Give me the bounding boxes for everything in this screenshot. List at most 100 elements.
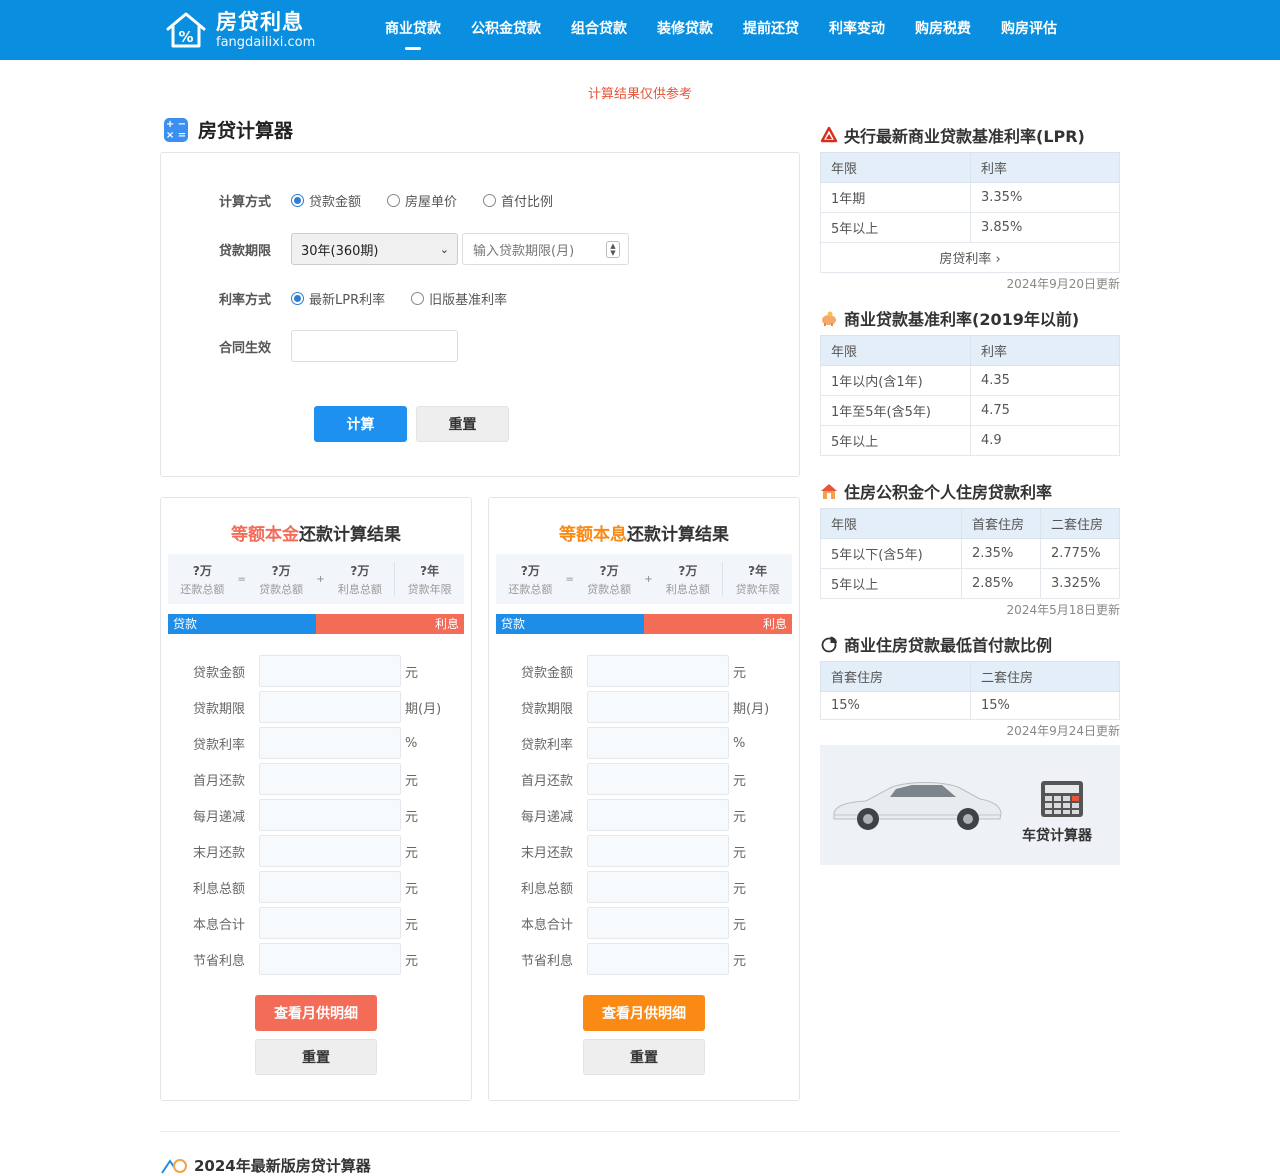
view-monthly-detail-button[interactable]: 查看月供明细 [583,995,705,1031]
result-summary: ?万 还款总额 = ?万 贷款总额 + ?万 利息总额 ?年 贷款年限 [168,554,464,604]
method-radio-down-payment[interactable]: 首付比例 [483,191,553,210]
spinner-icon[interactable]: ▲ ▼ [606,241,620,258]
result-value-field [259,943,401,975]
site-logo[interactable]: % 房贷利息 fangdailixi.com [164,9,315,51]
nav-house-assessment[interactable]: 购房评估 [986,0,1072,60]
base-rate-table: 年限 利率 1年以内(含1年) 4.35 1年至5年(含5年) 4.75 5年以上 4.… [820,335,1120,456]
loan-interest-bar: 贷款 利息 [496,614,792,634]
nav-combined-loan[interactable]: 组合贷款 [556,0,642,60]
result-row: 贷款金额元 [161,655,418,687]
result-reset-button[interactable]: 重置 [255,1039,377,1075]
nav-purchase-tax[interactable]: 购房税费 [900,0,986,60]
summary-years-value: ?年 [420,563,440,578]
result-row: 节省利息元 [161,943,418,975]
result-value-field [259,655,401,687]
bank-logo-icon [820,126,838,143]
section-divider [160,1131,1120,1132]
summary-loan-value: ?万 [271,563,291,578]
result-value-field [259,799,401,831]
calculate-button[interactable]: 计算 [314,406,407,442]
result-row: 本息合计元 [161,907,418,939]
logo-chinese-text: 房贷利息 [216,9,304,34]
method-radio-unit-price[interactable]: 房屋单价 [387,191,457,210]
calculator-title: + − × = 房贷计算器 [164,116,293,143]
car-loan-calculator-card[interactable]: 车贷计算器 [820,745,1120,865]
radio-unchecked-icon [411,291,425,305]
car-loan-calculator-label: 车贷计算器 [1022,828,1092,844]
disclaimer-notice: 计算结果仅供参考 [587,87,692,102]
term-select[interactable]: 30年(360期) ⌄ [291,233,458,265]
result-value-field [587,763,729,795]
result-row: 本息合计元 [489,907,746,939]
base-rate-title-text: 商业贷款基准利率(2019年以前) [844,310,1080,329]
result-row: 贷款期限 期(月) [161,691,441,723]
base-rate-title: 商业贷款基准利率(2019年以前) [820,306,1079,330]
result-row: 末月还款元 [161,835,418,867]
result-value-field [259,907,401,939]
summary-loan-value: ?万 [599,563,619,578]
lpr-updated: 2024年9月20日更新 [1006,277,1120,291]
rate-label: 利率方式 [218,292,271,308]
fund-updated: 2024年5月18日更新 [1006,603,1120,617]
table-row: 5年以上 3.85% [820,212,1120,243]
reset-button[interactable]: 重置 [416,406,509,442]
result-row: 首月还款元 [489,763,746,795]
bar-interest-label: 利息 [316,614,464,634]
nav-renovation-loan[interactable]: 装修贷款 [642,0,728,60]
result-row: 末月还款元 [489,835,746,867]
result-value-field [587,907,729,939]
table-row: 1年至5年(含5年) 4.75 [820,395,1120,426]
nav-rate-change[interactable]: 利率变动 [814,0,900,60]
term-select-value: 30年(360期) [301,243,379,259]
result-panel-equal-principal: 等额本金还款计算结果 ?万 还款总额 = ?万 贷款总额 + ?万 利息总额 ?年 贷款… [160,497,472,1101]
down-payment-title: 商业住房贷款最低首付款比例 [820,632,1052,656]
top-header: % 房贷利息 fangdailixi.com 商业贷款 公积金贷款 组合贷款 装… [0,0,1280,60]
result-title-rest: 还款计算结果 [299,525,401,545]
summary-years-label: 贷款年限 [735,582,780,596]
radio-unchecked-icon [483,193,497,207]
result-row: 利息总额元 [489,871,746,903]
mortgage-rate-link[interactable]: 房贷利率 › [820,242,1120,273]
footer-section-title: 2024年最新版房贷计算器 [160,1155,371,1176]
calculator-title-text: 房贷计算器 [198,120,294,142]
summary-interest-label: 利息总额 [337,582,382,596]
term-months-input[interactable]: 输入贷款期限(月) ▲ ▼ [462,233,629,265]
nav-early-repayment[interactable]: 提前还贷 [728,0,814,60]
rate-radio-legacy[interactable]: 旧版基准利率 [411,289,507,308]
table-row: 1年以内(含1年) 4.35 [820,365,1120,396]
term-label: 贷款期限 [218,243,271,259]
calculator-icon: + − × = [164,117,188,142]
result-title: 等额本金还款计算结果 [161,520,471,545]
result-row: 每月递减元 [489,799,746,831]
radio-checked-icon [291,291,304,305]
result-value-field [587,943,729,975]
result-title: 等额本息还款计算结果 [489,520,799,545]
bar-interest-label: 利息 [644,614,792,634]
result-value-field [587,727,729,759]
house-percent-icon: % [164,10,208,50]
result-panel-equal-installment: 等额本息还款计算结果 ?万 还款总额 = ?万 贷款总额 + ?万 利息总额 ?年 贷款… [488,497,800,1101]
loan-interest-bar: 贷款 利息 [168,614,464,634]
method-radio-loan-amount[interactable]: 贷款金额 [291,191,361,210]
nav-provident-fund-loan[interactable]: 公积金贷款 [456,0,556,60]
rate-row: 利率方式 最新LPR利率 旧版基准利率 [161,282,533,314]
contract-label: 合同生效 [218,340,271,356]
chevron-down-icon: ⌄ [439,243,449,256]
summary-loan-label: 贷款总额 [587,582,632,596]
lpr-title: 央行最新商业贷款基准利率(LPR) [820,123,1085,147]
table-row: 5年以下(含5年) 2.35% 2.775% [820,538,1120,569]
result-reset-button[interactable]: 重置 [583,1039,705,1075]
term-row: 贷款期限 30年(360期) ⌄ 输入贷款期限(月) ▲ ▼ [161,233,629,265]
summary-interest-value: ?万 [678,563,698,578]
plus-sign: + [316,573,325,585]
summary-years-value: ?年 [748,563,768,578]
fund-rate-table: 年限 首套住房 二套住房 5年以下(含5年) 2.35% 2.775% 5年以上 2.85… [820,508,1120,599]
contract-date-input[interactable] [291,330,458,362]
result-value-field [587,871,729,903]
nav-commercial-loan[interactable]: 商业贷款 [370,0,456,60]
equals-sign: = [237,573,246,585]
view-monthly-detail-button[interactable]: 查看月供明细 [255,995,377,1031]
summary-interest-value: ?万 [350,563,370,578]
rate-radio-lpr[interactable]: 最新LPR利率 [291,289,385,308]
result-summary: ?万 还款总额 = ?万 贷款总额 + ?万 利息总额 ?年 贷款年限 [496,554,792,604]
